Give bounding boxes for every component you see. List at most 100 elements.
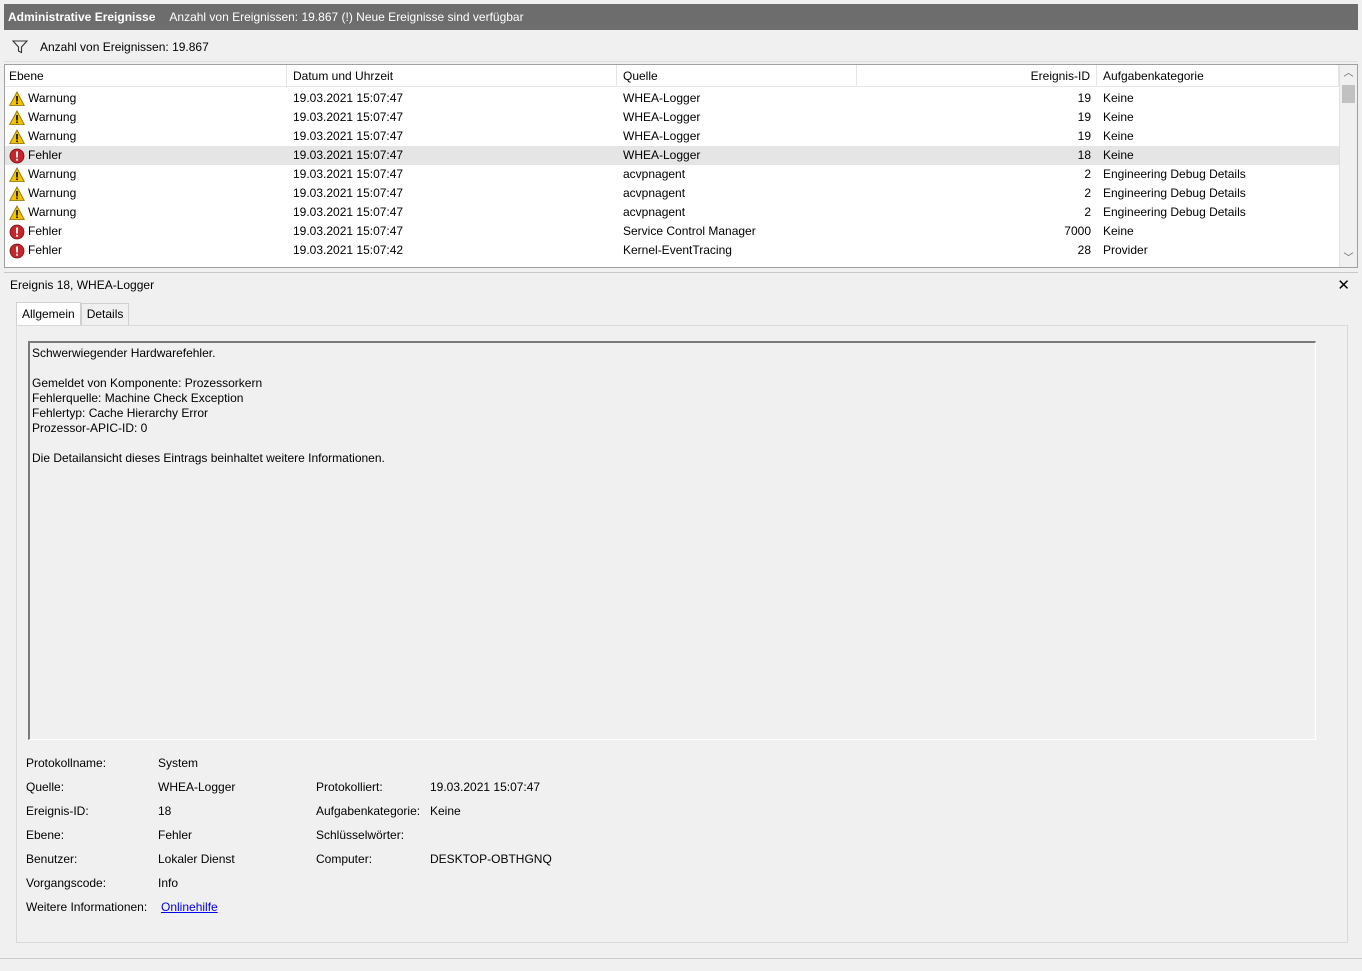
tab-general[interactable]: Allgemein: [16, 302, 81, 325]
prop-label-task-category: Aufgabenkategorie:: [316, 804, 421, 818]
cell-category: Keine: [1103, 224, 1134, 238]
scroll-down-icon[interactable]: ﹀: [1340, 250, 1357, 267]
table-row[interactable]: Warnung 19.03.2021 15:07:47 acvpnagent 2 Eng…: [5, 184, 1339, 203]
cell-date: 19.03.2021 15:07:47: [293, 148, 404, 162]
cell-level-text: Warnung: [28, 91, 77, 105]
cell-event-id: 19: [1077, 110, 1091, 124]
cell-date: 19.03.2021 15:07:47: [293, 129, 404, 143]
cell-source: WHEA-Logger: [623, 91, 701, 105]
cell-event-id: 19: [1077, 91, 1091, 105]
cell-level-text: Warnung: [28, 167, 77, 181]
detail-tabs: Allgemein Details: [16, 302, 130, 325]
prop-label-log-name: Protokollname:: [26, 756, 107, 770]
cell-date: 19.03.2021 15:07:47: [293, 205, 404, 219]
cell-category: Keine: [1103, 91, 1134, 105]
table-row[interactable]: Fehler 19.03.2021 15:07:47 WHEA-Logger 18 Ke…: [5, 146, 1339, 165]
column-header-level[interactable]: Ebene: [5, 65, 287, 87]
cell-category: Keine: [1103, 129, 1134, 143]
prop-label-event-id: Ereignis-ID:: [26, 804, 89, 818]
detail-title: Ereignis 18, WHEA-Logger: [10, 277, 155, 292]
cell-level-text: Warnung: [28, 110, 77, 124]
tab-details[interactable]: Details: [80, 303, 130, 325]
prop-value-event-id: 18: [158, 804, 172, 818]
cell-level: Warnung: [9, 165, 76, 184]
event-list-scrollbar[interactable]: ︿ ﹀: [1339, 65, 1357, 267]
cell-date: 19.03.2021 15:07:47: [293, 186, 404, 200]
cell-source: Service Control Manager: [623, 224, 756, 238]
filter-count: Anzahl von Ereignissen: 19.867: [40, 39, 209, 54]
online-help-link[interactable]: Onlinehilfe: [161, 900, 218, 914]
prop-label-computer: Computer:: [316, 852, 373, 866]
cell-category: Keine: [1103, 148, 1134, 162]
cell-level: Warnung: [9, 127, 76, 146]
scrollbar-thumb[interactable]: [1342, 85, 1355, 103]
prop-value-log-name: System: [158, 756, 199, 770]
close-icon[interactable]: ✕: [1337, 276, 1350, 294]
cell-date: 19.03.2021 15:07:47: [293, 224, 404, 238]
table-row[interactable]: Warnung 19.03.2021 15:07:47 acvpnagent 2 Eng…: [5, 165, 1339, 184]
cell-level-text: Fehler: [28, 148, 63, 162]
error-icon: [9, 148, 25, 164]
cell-source: WHEA-Logger: [623, 129, 701, 143]
cell-source: WHEA-Logger: [623, 110, 701, 124]
prop-label-user: Benutzer:: [26, 852, 78, 866]
scroll-up-icon[interactable]: ︿: [1340, 65, 1357, 82]
column-header-event-id[interactable]: Ereignis-ID: [857, 65, 1097, 87]
cell-level: Fehler: [9, 222, 62, 241]
prop-value-user: Lokaler Dienst: [158, 852, 235, 866]
event-properties: Protokollname: System Quelle: WHEA-Logge…: [26, 752, 726, 922]
column-header-source[interactable]: Quelle: [617, 65, 857, 87]
warning-icon: [9, 185, 25, 202]
event-count-notice: Anzahl von Ereignissen: 19.867 (!) Neue …: [169, 10, 524, 24]
warning-icon: [9, 166, 25, 183]
cell-event-id: 7000: [1064, 224, 1091, 238]
column-header-category[interactable]: Aufgabenkategorie: [1097, 65, 1339, 87]
event-rows: Warnung 19.03.2021 15:07:47 WHEA-Logger 19 K…: [5, 89, 1339, 260]
view-title: Administrative Ereignisse: [8, 10, 156, 24]
table-row[interactable]: Fehler 19.03.2021 15:07:42 Kernel-EventTra…: [5, 241, 1339, 260]
table-row[interactable]: Fehler 19.03.2021 15:07:47 Service Control…: [5, 222, 1339, 241]
cell-level: Warnung: [9, 89, 76, 108]
table-row[interactable]: Warnung 19.03.2021 15:07:47 WHEA-Logger 19 K…: [5, 127, 1339, 146]
cell-date: 19.03.2021 15:07:47: [293, 91, 404, 105]
table-row[interactable]: Warnung 19.03.2021 15:07:47 acvpnagent 2 Eng…: [5, 203, 1339, 222]
cell-source: acvpnagent: [623, 186, 686, 200]
prop-label-source: Quelle:: [26, 780, 65, 794]
cell-date: 19.03.2021 15:07:42: [293, 243, 404, 257]
error-icon: [9, 243, 25, 259]
cell-event-id: 2: [1084, 205, 1091, 219]
prop-value-source: WHEA-Logger: [158, 780, 236, 794]
event-description[interactable]: Schwerwiegender Hardwarefehler. Gemeldet…: [28, 341, 1316, 740]
cell-level: Fehler: [9, 241, 62, 260]
table-row[interactable]: Warnung 19.03.2021 15:07:47 WHEA-Logger 19 K…: [5, 108, 1339, 127]
table-row[interactable]: Warnung 19.03.2021 15:07:47 WHEA-Logger 19 K…: [5, 89, 1339, 108]
prop-value-task-category: Keine: [430, 804, 461, 818]
cell-event-id: 28: [1077, 243, 1091, 257]
cell-category: Provider: [1103, 243, 1148, 257]
cell-level-text: Warnung: [28, 205, 77, 219]
cell-level-text: Fehler: [28, 243, 63, 257]
event-list-header: Ebene Datum und Uhrzeit Quelle Ereignis-…: [5, 65, 1339, 87]
prop-label-more-info: Weitere Informationen:: [26, 900, 148, 914]
cell-event-id: 2: [1084, 186, 1091, 200]
detail-header: Ereignis 18, WHEA-Logger ✕: [4, 272, 1358, 296]
title-bar: Administrative Ereignisse Anzahl von Ere…: [4, 4, 1358, 30]
column-header-date[interactable]: Datum und Uhrzeit: [287, 65, 617, 87]
cell-source: Kernel-EventTracing: [623, 243, 732, 257]
prop-label-opcode: Vorgangscode:: [26, 876, 107, 890]
prop-label-logged: Protokolliert:: [316, 780, 383, 794]
event-list[interactable]: Ebene Datum und Uhrzeit Quelle Ereignis-…: [4, 64, 1358, 268]
filter-icon[interactable]: [8, 39, 32, 54]
prop-value-level: Fehler: [158, 828, 193, 842]
cell-level: Fehler: [9, 146, 62, 165]
warning-icon: [9, 90, 25, 107]
cell-category: Engineering Debug Details: [1103, 205, 1246, 219]
cell-level-text: Warnung: [28, 186, 77, 200]
prop-label-keywords: Schlüsselwörter:: [316, 828, 405, 842]
cell-date: 19.03.2021 15:07:47: [293, 110, 404, 124]
cell-event-id: 19: [1077, 129, 1091, 143]
prop-value-logged: 19.03.2021 15:07:47: [430, 780, 541, 794]
cell-category: Engineering Debug Details: [1103, 167, 1246, 181]
error-icon: [9, 224, 25, 240]
warning-icon: [9, 128, 25, 145]
